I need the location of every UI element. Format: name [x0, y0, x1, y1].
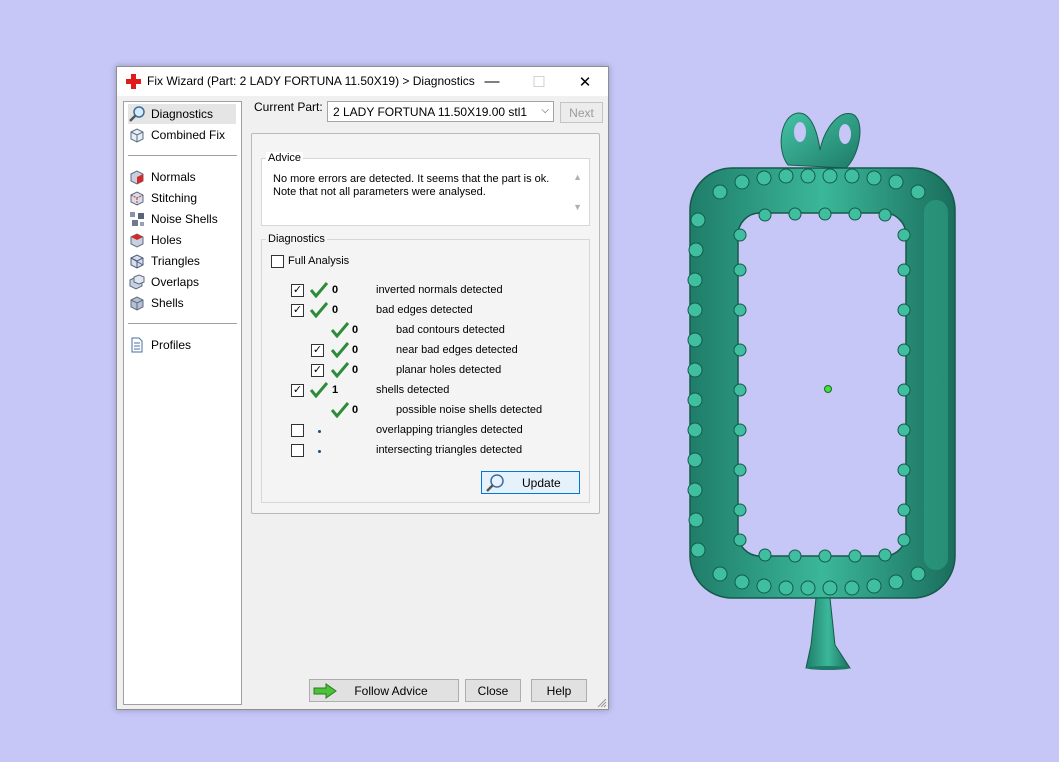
sidebar-item-label: Holes — [151, 233, 182, 247]
diagnostics-title: Diagnostics — [266, 233, 327, 245]
fix-wizard-window: Fix Wizard (Part: 2 LADY FORTUNA 11.50X1… — [116, 66, 609, 710]
help-button[interactable]: Help — [531, 679, 587, 702]
minimize-button[interactable]: — — [469, 67, 515, 96]
sidebar-item-combined-fix[interactable]: Combined Fix — [128, 125, 225, 145]
chevron-down-icon: ⌵ — [541, 105, 549, 116]
sidebar-item-label: Normals — [151, 170, 196, 184]
noise-shells-count: 0 — [352, 404, 359, 416]
sidebar-item-holes[interactable]: Holes — [128, 230, 182, 250]
sidebar-item-label: Combined Fix — [151, 128, 226, 142]
sidebar-item-profiles[interactable]: Profiles — [128, 335, 191, 355]
magnifier-icon — [486, 473, 504, 492]
follow-advice-button[interactable]: Follow Advice — [309, 679, 459, 702]
arrow-right-icon — [313, 683, 337, 699]
sidebar-item-normals[interactable]: Normals — [128, 167, 196, 187]
planar-holes-checkbox[interactable]: ✓ — [311, 364, 324, 377]
sidebar-item-label: Stitching — [151, 191, 198, 205]
checkmark-icon — [331, 402, 349, 418]
cube-wire-icon — [130, 128, 144, 143]
near-bad-edges-checkbox[interactable]: ✓ — [311, 344, 324, 357]
checkmark-icon — [331, 362, 349, 378]
sidebar-divider — [128, 323, 237, 324]
sidebar-item-noise-shells[interactable]: Noise Shells — [128, 209, 218, 229]
advice-box: No more errors are detected. It seems th… — [261, 158, 590, 226]
bad-contours-count: 0 — [352, 324, 359, 336]
sidebar-item-label: Profiles — [151, 338, 192, 352]
bad-edges-count: 0 — [332, 304, 339, 316]
checkmark-icon — [331, 342, 349, 358]
pivot-marker — [824, 385, 832, 393]
title-bar[interactable]: Fix Wizard (Part: 2 LADY FORTUNA 11.50X1… — [117, 67, 608, 96]
sidebar-item-label: Noise Shells — [151, 212, 218, 226]
sidebar-item-overlaps[interactable]: Overlaps — [128, 272, 199, 292]
shells-checkbox[interactable]: ✓ — [291, 384, 304, 397]
advice-title: Advice — [266, 152, 304, 164]
3d-model-ring[interactable] — [680, 110, 965, 670]
inverted-normals-count: 0 — [332, 284, 339, 296]
sidebar-item-label: Diagnostics — [151, 107, 214, 121]
noise-shells-icon — [130, 212, 144, 226]
overlapping-triangles-label: overlapping triangles detected — [376, 424, 523, 436]
window-title: Fix Wizard (Part: 2 LADY FORTUNA 11.50X1… — [147, 74, 475, 88]
bad-edges-checkbox[interactable]: ✓ — [291, 304, 304, 317]
pending-dot-icon — [318, 450, 321, 453]
sidebar-item-diagnostics[interactable]: Diagnostics — [128, 104, 236, 124]
full-analysis-label: Full Analysis — [288, 255, 350, 267]
shells-label: shells detected — [376, 384, 450, 396]
stitching-icon — [130, 191, 144, 206]
next-button[interactable]: Next — [560, 102, 603, 123]
sidebar-item-label: Overlaps — [151, 275, 200, 289]
sidebar-item-label: Triangles — [151, 254, 200, 268]
sidebar-item-shells[interactable]: Shells — [128, 293, 184, 313]
scroll-down-icon[interactable]: ▼ — [573, 202, 582, 212]
magnifier-icon — [129, 106, 145, 122]
checkmark-icon — [331, 322, 349, 338]
diagnostics-panel: No more errors are detected. It seems th… — [251, 133, 600, 514]
sidebar-item-triangles[interactable]: Triangles — [128, 251, 200, 271]
checkmark-icon — [310, 382, 328, 398]
shells-count: 1 — [332, 384, 339, 396]
pending-dot-icon — [318, 430, 321, 433]
advice-text: No more errors are detected. It seems th… — [273, 173, 550, 198]
close-window-button[interactable]: ✕ — [562, 67, 608, 96]
bad-edges-label: bad edges detected — [376, 304, 473, 316]
sidebar: Diagnostics Combined Fix Normals Stitchi… — [123, 101, 242, 705]
triangles-icon — [130, 254, 144, 269]
holes-icon — [130, 233, 144, 248]
intersecting-triangles-checkbox[interactable] — [291, 444, 304, 457]
sidebar-divider — [128, 155, 237, 156]
checkmark-icon — [310, 302, 328, 318]
update-button[interactable]: Update — [481, 471, 580, 494]
inverted-normals-checkbox[interactable]: ✓ — [291, 284, 304, 297]
follow-advice-label: Follow Advice — [354, 683, 428, 698]
near-bad-edges-label: near bad edges detected — [396, 344, 518, 356]
resize-grip-icon[interactable] — [597, 698, 607, 708]
near-bad-edges-count: 0 — [352, 344, 359, 356]
overlaps-icon — [129, 274, 145, 290]
planar-holes-label: planar holes detected — [396, 364, 502, 376]
red-cross-icon — [126, 74, 141, 89]
maximize-button[interactable]: ☐ — [516, 67, 562, 96]
bad-contours-label: bad contours detected — [396, 324, 505, 336]
close-button[interactable]: Close — [465, 679, 521, 702]
inverted-normals-label: inverted normals detected — [376, 284, 503, 296]
document-icon — [131, 337, 143, 353]
full-analysis-checkbox[interactable] — [271, 255, 284, 268]
intersecting-triangles-label: intersecting triangles detected — [376, 444, 523, 456]
current-part-label: Current Part: — [254, 100, 323, 114]
checkmark-icon — [310, 282, 328, 298]
noise-shells-label: possible noise shells detected — [396, 404, 543, 416]
overlapping-triangles-checkbox[interactable] — [291, 424, 304, 437]
shells-icon — [130, 296, 144, 311]
normals-icon — [130, 170, 144, 185]
sidebar-item-label: Shells — [151, 296, 184, 310]
sidebar-item-stitching[interactable]: Stitching — [128, 188, 197, 208]
current-part-select[interactable]: 2 LADY FORTUNA 11.50X19.00 stl1 ⌵ — [327, 101, 554, 122]
scroll-up-icon[interactable]: ▲ — [573, 172, 582, 182]
update-label: Update — [522, 475, 561, 490]
current-part-value: 2 LADY FORTUNA 11.50X19.00 stl1 — [333, 105, 528, 119]
planar-holes-count: 0 — [352, 364, 359, 376]
